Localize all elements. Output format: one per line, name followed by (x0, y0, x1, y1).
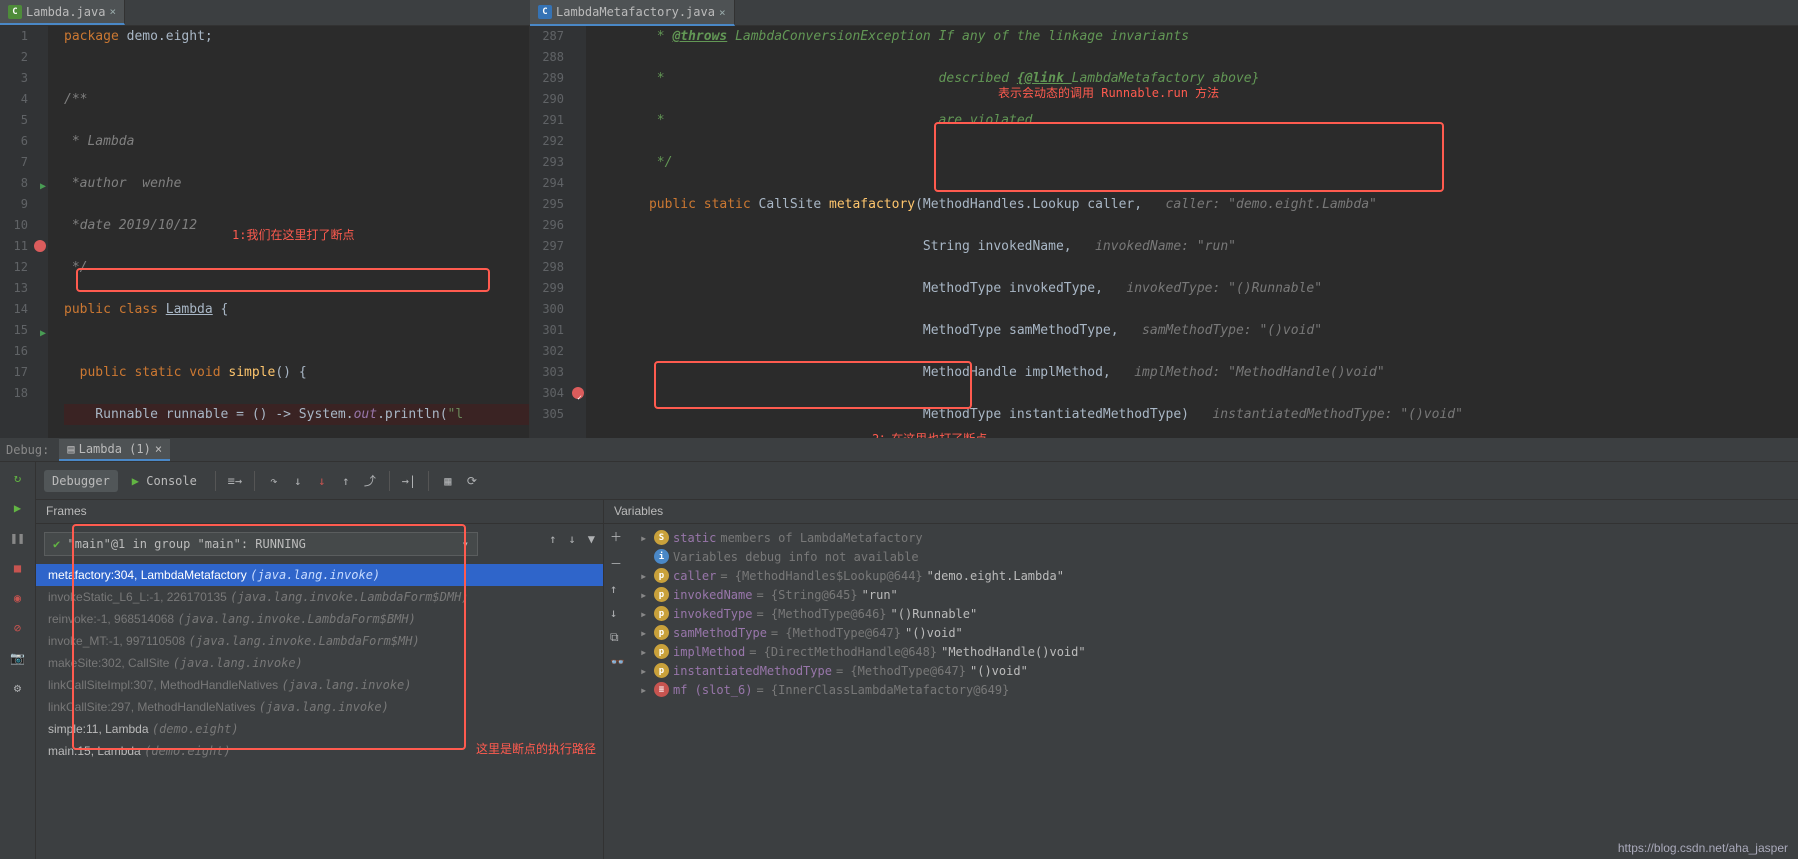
annotation-3: 这里是断点的执行路径 (476, 740, 596, 757)
close-icon[interactable]: × (155, 442, 162, 456)
glasses-icon[interactable]: 👓 (610, 655, 625, 669)
debug-toolbar: Debugger ▶ Console ≡→ ↷ ↓ ↓ ↑ ⤴ →| ▦ ⟳ (36, 462, 1798, 500)
variables-pane: Variables ＋ － ↑ ↓ ⧉ 👓 ▸S static members … (604, 500, 1798, 859)
annotation-0: 表示会动态的调用 Runnable.run 方法 (998, 84, 1219, 101)
variable-row[interactable]: ▸p samMethodType = {MethodType@647} "()v… (634, 623, 1798, 642)
frame-up-icon[interactable]: ↑ (549, 532, 556, 546)
variable-row[interactable]: ▸p instantiatedMethodType = {MethodType@… (634, 661, 1798, 680)
editor-split: 123456789101112131415161718▶▶ package de… (0, 26, 1798, 438)
editor-right[interactable]: 2872882892902912922932942952962972982993… (530, 26, 1798, 438)
java-class-icon: C (8, 5, 22, 19)
close-icon[interactable]: × (719, 6, 726, 19)
console-subtab[interactable]: ▶ Console (124, 470, 205, 492)
run-to-cursor-icon[interactable]: →| (400, 472, 418, 490)
mute-breakpoints-icon[interactable]: ⊘ (8, 618, 28, 638)
thread-selector[interactable]: ✔ "main"@1 in group "main": RUNNING ▾ (44, 532, 478, 556)
trace-icon[interactable]: ⟳ (463, 472, 481, 490)
view-breakpoints-icon[interactable]: ◉ (8, 588, 28, 608)
frame-row[interactable]: invoke_MT:-1, 997110508 (java.lang.invok… (36, 630, 603, 652)
frame-down-icon[interactable]: ↓ (569, 532, 576, 546)
remove-watch-icon[interactable]: － (610, 555, 625, 572)
editor-left[interactable]: 123456789101112131415161718▶▶ package de… (0, 26, 530, 438)
frame-row[interactable]: makeSite:302, CallSite (java.lang.invoke… (36, 652, 603, 674)
step-over-icon[interactable]: ↷ (265, 472, 283, 490)
close-icon[interactable]: × (109, 5, 116, 18)
variable-list[interactable]: ▸S static members of LambdaMetafactoryi … (634, 524, 1798, 859)
java-lib-icon: C (538, 5, 552, 19)
debugger-subtab[interactable]: Debugger (44, 470, 118, 492)
frames-pane: Frames ✔ "main"@1 in group "main": RUNNI… (36, 500, 604, 859)
tab-label: LambdaMetafactory.java (556, 5, 715, 19)
app-icon: ▤ (67, 442, 74, 456)
copy-watch-icon[interactable]: ⧉ (610, 630, 625, 645)
show-execution-icon[interactable]: ≡→ (226, 472, 244, 490)
frames-header: Frames (36, 500, 603, 524)
frame-row[interactable]: simple:11, Lambda (demo.eight) (36, 718, 603, 740)
settings-icon[interactable]: ⚙ (8, 678, 28, 698)
frame-row[interactable]: metafactory:304, LambdaMetafactory (java… (36, 564, 603, 586)
editor-tabs: C Lambda.java × C LambdaMetafactory.java… (0, 0, 1798, 26)
stop-icon[interactable]: ■ (8, 558, 28, 578)
step-out-icon[interactable]: ↑ (337, 472, 355, 490)
pause-icon[interactable]: ❚❚ (8, 528, 28, 548)
frame-row[interactable]: linkCallSite:297, MethodHandleNatives (j… (36, 696, 603, 718)
evaluate-icon[interactable]: ▦ (439, 472, 457, 490)
watch-down-icon[interactable]: ↓ (610, 606, 625, 620)
variable-row[interactable]: ▸p invokedName = {String@645} "run" (634, 585, 1798, 604)
variable-row[interactable]: ▸S static members of LambdaMetafactory (634, 528, 1798, 547)
step-into-icon[interactable]: ↓ (289, 472, 307, 490)
var-tools: ＋ － ↑ ↓ ⧉ 👓 (610, 528, 625, 669)
tab-label: Lambda.java (26, 5, 105, 19)
debug-config-tab[interactable]: ▤ Lambda (1) × (59, 439, 170, 461)
variable-row[interactable]: i Variables debug info not available (634, 547, 1798, 566)
debug-tabbar: Debug: ▤ Lambda (1) × (0, 438, 1798, 462)
rerun-icon[interactable]: ↻ (8, 468, 28, 488)
frame-row[interactable]: linkCallSiteImpl:307, MethodHandleNative… (36, 674, 603, 696)
variable-row[interactable]: ▸p caller = {MethodHandles$Lookup@644} "… (634, 566, 1798, 585)
debug-sidebar: ↻ ▶ ❚❚ ■ ◉ ⊘ 📷 ⚙ (0, 462, 36, 859)
variables-header: Variables (604, 500, 1798, 524)
frame-tools: ↑ ↓ ▼ (549, 532, 595, 546)
frame-row[interactable]: invokeStatic_L6_L:-1, 226170135 (java.la… (36, 586, 603, 608)
frame-row[interactable]: reinvoke:-1, 968514068 (java.lang.invoke… (36, 608, 603, 630)
resume-icon[interactable]: ▶ (8, 498, 28, 518)
new-watch-icon[interactable]: ＋ (610, 528, 625, 545)
frame-filter-icon[interactable]: ▼ (588, 532, 595, 546)
debug-tab-label: Lambda (1) (79, 442, 151, 456)
gutter-left: 123456789101112131415161718▶▶ (0, 26, 48, 438)
force-step-into-icon[interactable]: ↓ (313, 472, 331, 490)
watch-up-icon[interactable]: ↑ (610, 582, 625, 596)
frame-list[interactable]: metafactory:304, LambdaMetafactory (java… (36, 564, 603, 762)
chevron-down-icon: ▾ (462, 537, 469, 551)
tab-metafactory[interactable]: C LambdaMetafactory.java × (530, 0, 735, 26)
variable-row[interactable]: ▸p implMethod = {DirectMethodHandle@648}… (634, 642, 1798, 661)
gutter-right: 2872882892902912922932942952962972982993… (530, 26, 586, 438)
tab-lambda[interactable]: C Lambda.java × (0, 0, 125, 25)
watermark: https://blog.csdn.net/aha_jasper (1618, 841, 1788, 855)
debug-label: Debug: (6, 443, 49, 457)
variable-row[interactable]: ▸p invokedType = {MethodType@646} "()Run… (634, 604, 1798, 623)
variable-row[interactable]: ▸≡ mf (slot_6) = {InnerClassLambdaMetafa… (634, 680, 1798, 699)
annotation-1: 1:我们在这里打了断点 (232, 226, 354, 243)
debug-panel: Debug: ▤ Lambda (1) × ↻ ▶ ❚❚ ■ ◉ ⊘ 📷 ⚙ D… (0, 438, 1798, 859)
camera-icon[interactable]: 📷 (8, 648, 28, 668)
drop-frame-icon[interactable]: ⤴ (361, 472, 379, 490)
annotation-2: 2：在这里也打了断点 (872, 430, 987, 438)
thread-label: "main"@1 in group "main": RUNNING (67, 537, 305, 551)
